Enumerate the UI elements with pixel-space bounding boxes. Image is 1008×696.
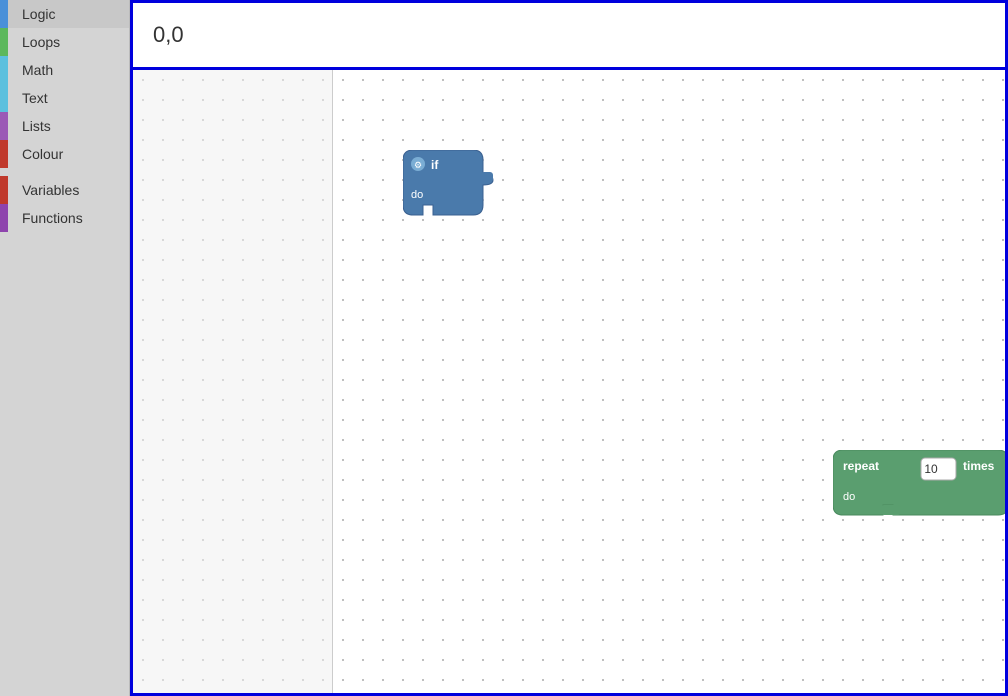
text-color-bar [0,84,8,112]
sidebar-label-math: Math [22,62,53,78]
svg-text:if: if [431,158,439,172]
sidebar-label-text: Text [22,90,48,106]
logic-color-bar [0,0,8,28]
main-area: 0,0 ⚙ if do [130,0,1008,696]
minimap [133,70,333,693]
svg-text:times: times [963,459,995,473]
svg-text:10: 10 [924,462,938,476]
canvas-area[interactable]: ⚙ if do repeat [130,70,1008,696]
sidebar-item-logic[interactable]: Logic [0,0,129,28]
sidebar: Logic Loops Math Text Lists Colour Varia… [0,0,130,696]
colour-color-bar [0,140,8,168]
loops-color-bar [0,28,8,56]
if-block-svg: ⚙ if do [403,150,503,220]
math-color-bar [0,56,8,84]
lists-color-bar [0,112,8,140]
sidebar-label-colour: Colour [22,146,63,162]
sidebar-label-logic: Logic [22,6,55,22]
sidebar-item-math[interactable]: Math [0,56,129,84]
sidebar-item-lists[interactable]: Lists [0,112,129,140]
sidebar-item-variables[interactable]: Variables [0,176,129,204]
svg-text:repeat: repeat [843,459,879,473]
sidebar-label-functions: Functions [22,210,83,226]
repeat-block-svg: repeat 10 times do [833,450,1008,525]
sidebar-item-colour[interactable]: Colour [0,140,129,168]
svg-text:do: do [411,189,423,201]
sidebar-label-lists: Lists [22,118,51,134]
variables-color-bar [0,176,8,204]
sidebar-label-loops: Loops [22,34,60,50]
sidebar-item-functions[interactable]: Functions [0,204,129,232]
repeat-block[interactable]: repeat 10 times do [833,450,1008,530]
functions-color-bar [0,204,8,232]
sidebar-item-text[interactable]: Text [0,84,129,112]
sidebar-label-variables: Variables [22,182,79,198]
coords-display: 0,0 [153,22,184,48]
svg-text:⚙: ⚙ [414,160,422,170]
sidebar-item-loops[interactable]: Loops [0,28,129,56]
svg-text:do: do [843,491,855,503]
if-block[interactable]: ⚙ if do [403,150,503,225]
coords-bar: 0,0 [130,0,1008,70]
